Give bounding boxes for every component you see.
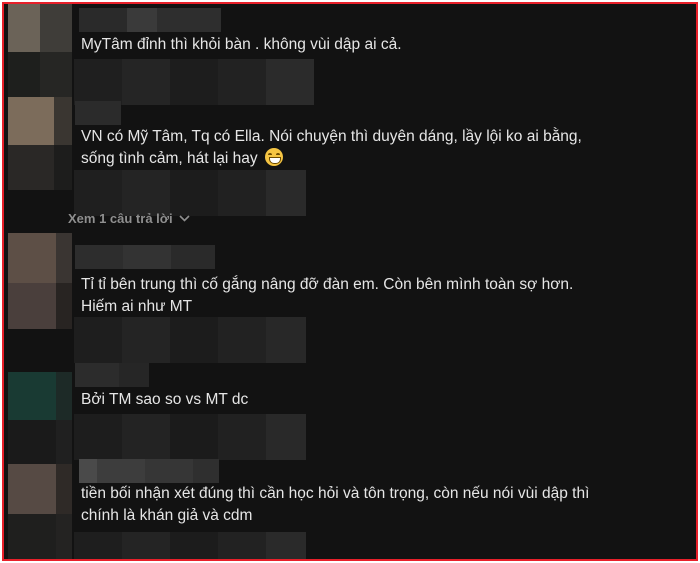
commenter-name[interactable] — [75, 363, 149, 387]
comment-actions[interactable] — [74, 59, 314, 105]
comment-text: Bởi TM sao so vs MT dc — [81, 391, 249, 408]
comment-actions[interactable] — [74, 317, 306, 363]
comment-text: Tỉ tỉ bên trung thì cố gắng nâng đỡ đàn … — [81, 276, 574, 315]
view-replies-link[interactable]: Xem 1 câu trả lời — [68, 211, 190, 226]
commenter-name[interactable] — [75, 245, 215, 269]
commenter-name[interactable] — [79, 8, 221, 32]
commenter-name[interactable] — [75, 101, 121, 125]
comment-actions[interactable] — [74, 414, 306, 460]
comment-text: MyTâm đỉnh thì khỏi bàn . không vùi dập … — [81, 36, 402, 53]
avatar[interactable] — [8, 97, 72, 197]
comment-actions[interactable] — [74, 170, 306, 216]
grin-emoji — [264, 148, 283, 166]
avatar[interactable] — [8, 233, 72, 333]
avatar[interactable] — [8, 464, 72, 559]
comment-section: MyTâm đỉnh thì khỏi bàn . không vùi dập … — [2, 2, 698, 561]
avatar[interactable] — [8, 4, 72, 104]
comment-text: VN có Mỹ Tâm, Tq có Ella. Nói chuyện thì… — [81, 128, 582, 167]
commenter-name[interactable] — [79, 459, 219, 483]
avatar[interactable] — [8, 372, 72, 472]
comment-text: tiền bối nhận xét đúng thì cần học hỏi v… — [81, 485, 590, 524]
comment-actions[interactable] — [74, 532, 306, 559]
chevron-down-icon — [179, 215, 190, 222]
